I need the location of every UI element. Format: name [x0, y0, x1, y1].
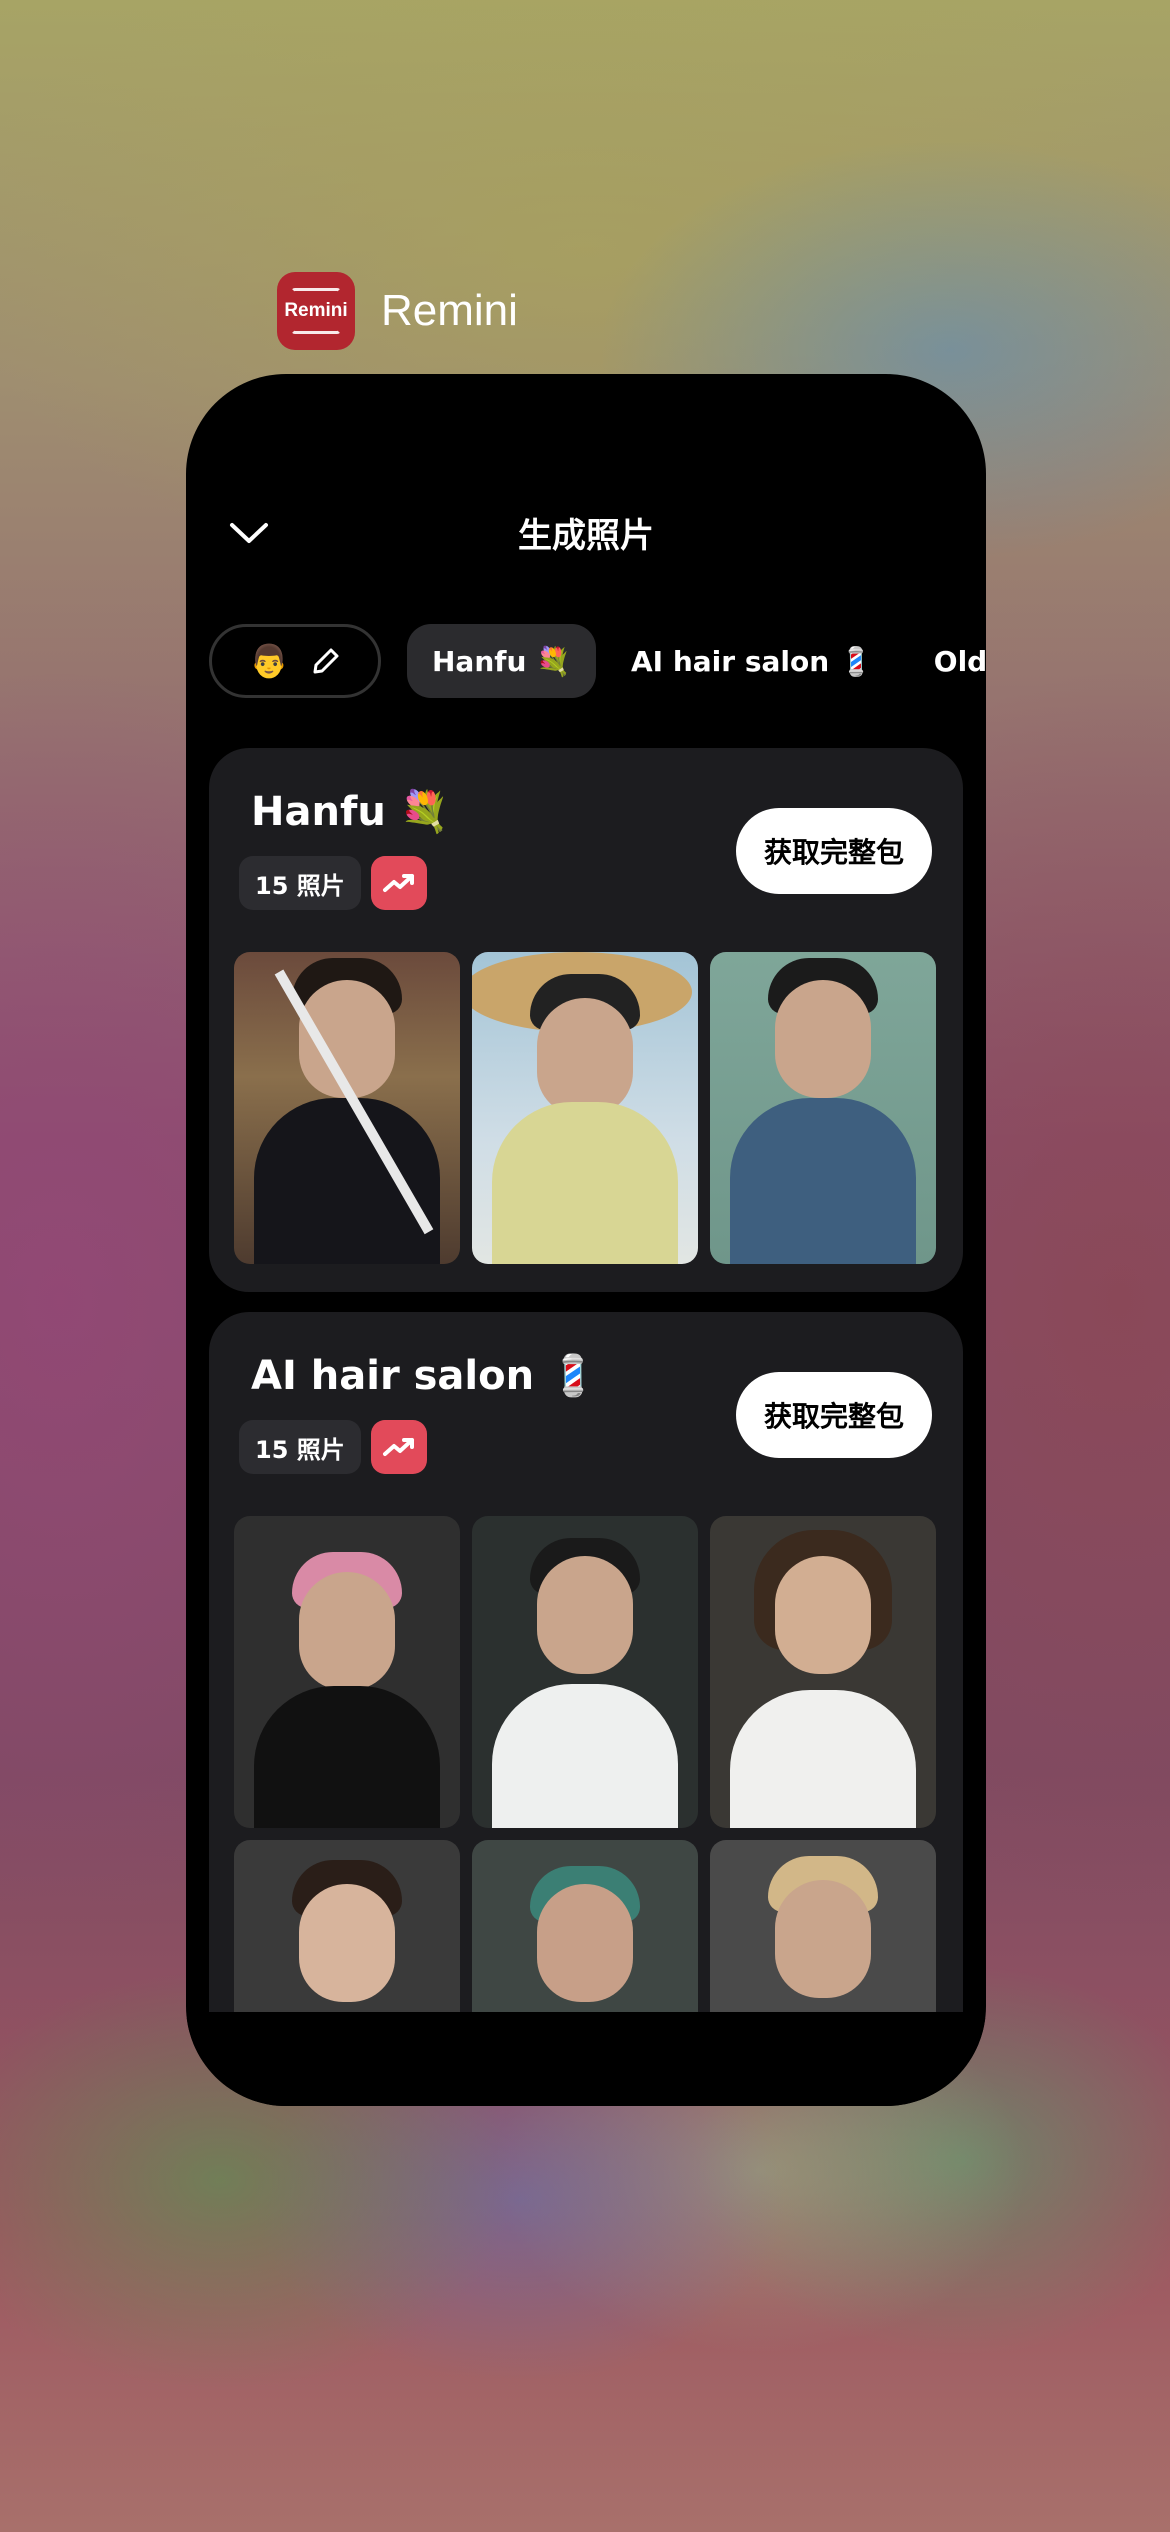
app-icon-text: Remini: [284, 300, 348, 321]
app-name: Remini: [381, 286, 518, 335]
pack-card-hanfu[interactable]: Hanfu 💐 15 照片 获取完整包: [209, 748, 963, 1292]
page-title: 生成照片: [518, 516, 654, 556]
sample-photo[interactable]: [472, 1516, 698, 1828]
sample-photo[interactable]: [710, 1840, 936, 2012]
edit-avatar-button[interactable]: 👨: [209, 624, 381, 698]
sample-photo[interactable]: [472, 952, 698, 1264]
trending-up-icon: [371, 1420, 427, 1474]
sample-photo[interactable]: [234, 1840, 460, 2012]
tab-old-money[interactable]: Old money 💰: [909, 624, 986, 698]
sample-photo[interactable]: [710, 1516, 936, 1828]
remini-app-icon[interactable]: Remini: [277, 272, 355, 350]
app-header[interactable]: Remini Remini: [277, 272, 518, 350]
category-tabs: 👨 Hanfu 💐 AI hair salon 💈 Old money 💰: [209, 624, 986, 698]
sample-photo[interactable]: [234, 1516, 460, 1828]
get-full-pack-button[interactable]: 获取完整包: [736, 1372, 932, 1458]
bottom-safe-area: [186, 2018, 986, 2106]
pencil-icon: [313, 648, 339, 674]
sample-photo[interactable]: [710, 952, 936, 1264]
tab-hanfu[interactable]: Hanfu 💐: [407, 624, 596, 698]
get-full-pack-button[interactable]: 获取完整包: [736, 808, 932, 894]
tab-ai-hair-salon[interactable]: AI hair salon 💈: [606, 624, 899, 698]
app-window[interactable]: 生成照片 👨 Hanfu 💐 AI hair salon 💈 Old money…: [186, 374, 986, 2106]
sample-photo[interactable]: [472, 1840, 698, 2012]
pack-title: AI hair salon 💈: [251, 1353, 598, 1399]
photo-count-badge: 15 照片: [239, 1420, 361, 1474]
trending-up-icon: [371, 856, 427, 910]
top-bar: 生成照片: [186, 374, 986, 594]
pack-card-ai-hair-salon[interactable]: AI hair salon 💈 15 照片 获取完整包: [209, 1312, 963, 2012]
pack-title: Hanfu 💐: [251, 789, 450, 835]
avatar-emoji: 👨: [249, 642, 289, 680]
sample-photo[interactable]: [234, 952, 460, 1264]
photo-count-badge: 15 照片: [239, 856, 361, 910]
